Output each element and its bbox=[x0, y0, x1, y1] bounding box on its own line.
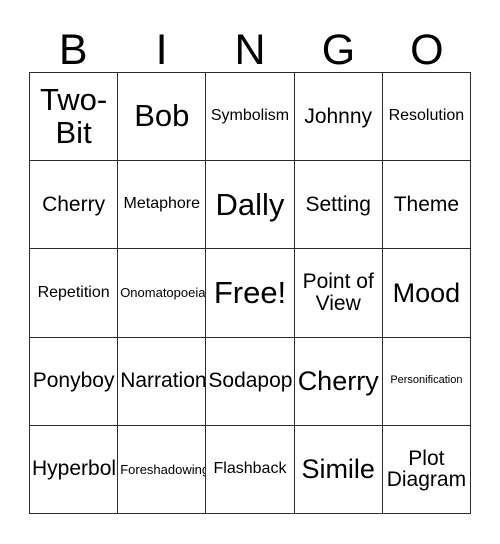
bingo-cell[interactable]: Foreshadowing bbox=[118, 425, 207, 514]
bingo-cell[interactable]: Simile bbox=[294, 425, 383, 514]
bingo-cell[interactable]: Theme bbox=[382, 161, 471, 250]
bingo-cell[interactable]: Personification bbox=[382, 337, 471, 426]
bingo-cell-label: Two-Bit bbox=[40, 82, 108, 150]
bingo-cell-label: Free! bbox=[213, 274, 287, 310]
bingo-header-letter-i: I bbox=[155, 26, 168, 74]
bingo-cell[interactable]: Hyperbole bbox=[30, 425, 119, 514]
bingo-cell[interactable]: Point of View bbox=[294, 249, 383, 338]
bingo-cell[interactable]: Johnny bbox=[294, 73, 383, 162]
bingo-cell[interactable]: Setting bbox=[294, 161, 383, 250]
bingo-header-letter-o: O bbox=[410, 26, 444, 74]
bingo-header-letter-g: G bbox=[321, 26, 356, 74]
bingo-cell-label: Theme bbox=[393, 192, 460, 216]
bingo-cell-label: Ponyboy bbox=[32, 369, 115, 393]
bingo-header-row: B I N G O bbox=[29, 18, 471, 72]
bingo-cell-label: Onomatopoeia bbox=[120, 285, 206, 301]
bingo-cell-label: Plot Diagram bbox=[386, 446, 467, 492]
bingo-cell-label: Resolution bbox=[388, 107, 465, 125]
bingo-cell[interactable]: Plot Diagram bbox=[382, 425, 471, 514]
bingo-cell[interactable]: Repetition bbox=[30, 249, 119, 338]
bingo-cell[interactable]: Onomatopoeia bbox=[118, 249, 207, 338]
bingo-header-letter-n: N bbox=[234, 26, 266, 74]
bingo-cell-label: Setting bbox=[305, 192, 371, 216]
bingo-cell[interactable]: Cherry bbox=[294, 337, 383, 426]
bingo-cell-label: Flashback bbox=[213, 460, 287, 478]
bingo-cell[interactable]: Cherry bbox=[30, 161, 119, 250]
bingo-cell[interactable]: Narration bbox=[118, 337, 207, 426]
bingo-cell[interactable]: Bob bbox=[118, 73, 207, 162]
bingo-cell-label: Repetition bbox=[37, 283, 110, 301]
bingo-grid: Two-Bit Bob Symbolism Johnny Resolution … bbox=[29, 72, 471, 514]
bingo-cell[interactable]: Metaphore bbox=[118, 161, 207, 250]
bingo-cell[interactable]: Two-Bit bbox=[30, 73, 119, 162]
bingo-cell[interactable]: Dally bbox=[206, 161, 295, 250]
bingo-card: B I N G O Two-Bit Bob Symbolism Johnny R… bbox=[0, 0, 500, 544]
bingo-cell-label: Cherry bbox=[297, 366, 379, 397]
bingo-cell-label: Simile bbox=[301, 454, 375, 485]
bingo-cell[interactable]: Ponyboy bbox=[30, 337, 119, 426]
bingo-cell-label: Hyperbole bbox=[32, 457, 119, 481]
bingo-cell-label: Point of View bbox=[302, 270, 374, 315]
bingo-header-letter-b: B bbox=[58, 26, 88, 74]
bingo-cell-label: Personification bbox=[390, 374, 463, 387]
bingo-cell[interactable]: Mood bbox=[382, 249, 471, 338]
bingo-cell-label: Johnny bbox=[304, 104, 373, 128]
bingo-cell-label: Cherry bbox=[42, 192, 106, 216]
bingo-cell[interactable]: Sodapop bbox=[206, 337, 295, 426]
bingo-cell[interactable]: Flashback bbox=[206, 425, 295, 514]
bingo-cell-free-space[interactable]: Free! bbox=[206, 249, 295, 338]
bingo-cell-label: Dally bbox=[215, 186, 285, 222]
bingo-cell-label: Sodapop bbox=[208, 369, 293, 393]
bingo-cell[interactable]: Resolution bbox=[382, 73, 471, 162]
bingo-cell-label: Mood bbox=[392, 277, 461, 308]
bingo-cell-label: Metaphore bbox=[123, 195, 201, 213]
bingo-cell-label: Foreshadowing bbox=[120, 461, 207, 477]
bingo-cell-label: Bob bbox=[134, 98, 190, 134]
bingo-cell-label: Symbolism bbox=[210, 107, 290, 125]
bingo-cell-label: Narration bbox=[120, 369, 207, 393]
bingo-cell[interactable]: Symbolism bbox=[206, 73, 295, 162]
